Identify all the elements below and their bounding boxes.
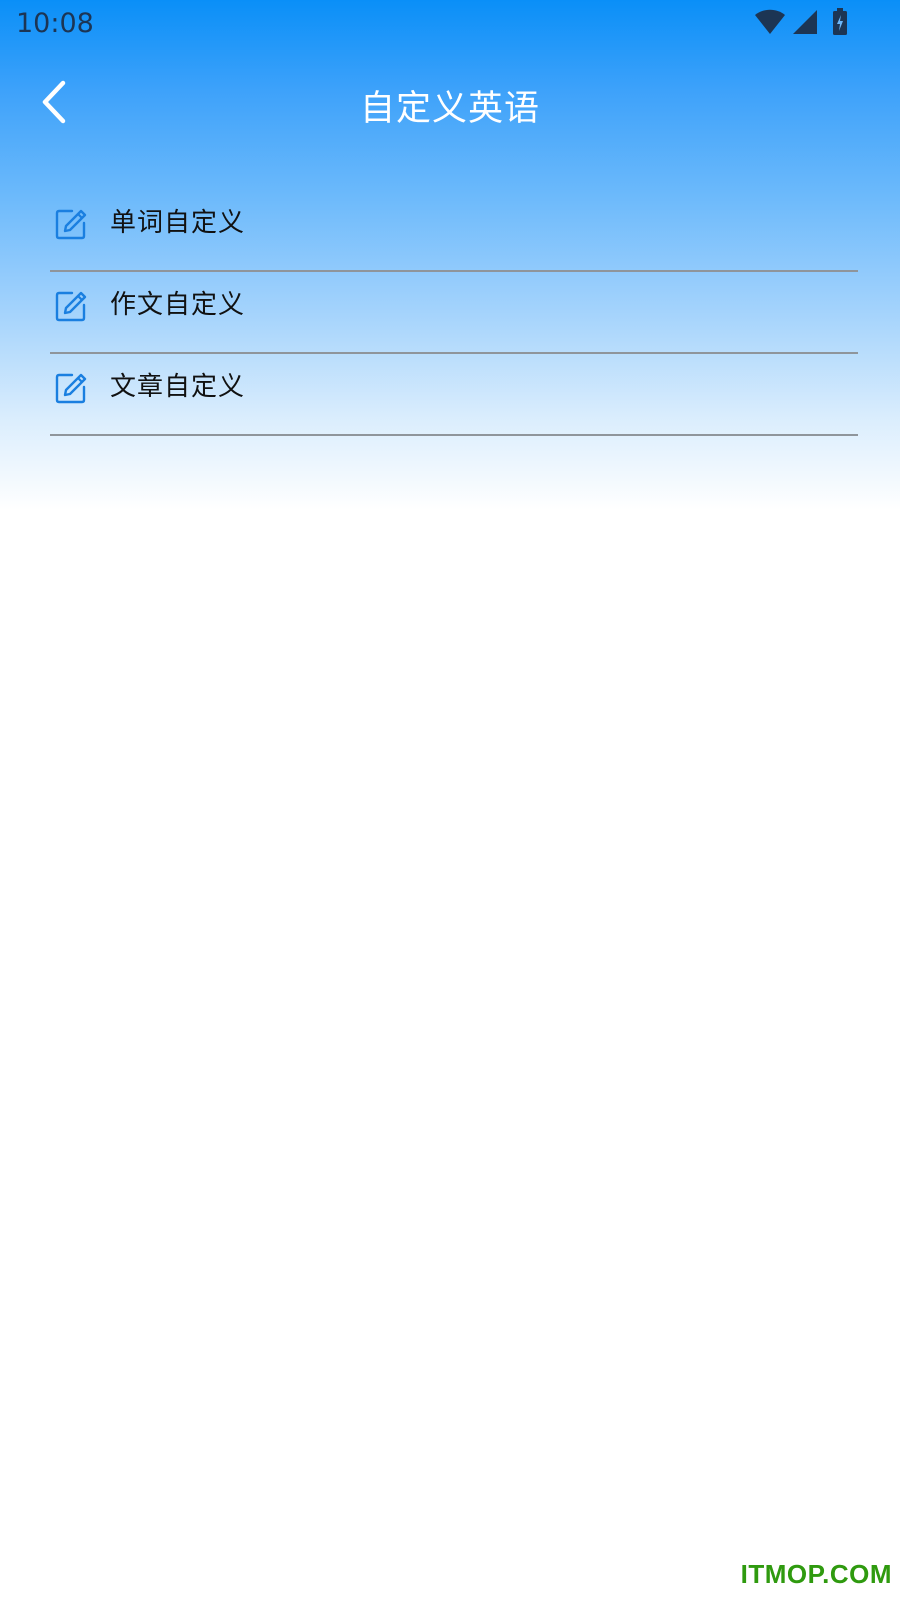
edit-icon bbox=[55, 290, 87, 322]
menu-list: 单词自定义 作文自定义 文章自定义 bbox=[50, 190, 858, 436]
edit-icon bbox=[55, 208, 87, 240]
menu-item-label: 文章自定义 bbox=[110, 372, 246, 402]
menu-item-label: 单词自定义 bbox=[110, 208, 246, 238]
status-icons bbox=[754, 8, 848, 40]
status-time: 10:08 bbox=[16, 8, 94, 39]
battery-charging-icon bbox=[832, 8, 848, 40]
menu-item-word-custom[interactable]: 单词自定义 bbox=[50, 190, 858, 272]
menu-item-label: 作文自定义 bbox=[110, 290, 246, 320]
cellular-signal-icon bbox=[792, 9, 818, 39]
menu-item-article-custom[interactable]: 文章自定义 bbox=[50, 354, 858, 436]
watermark: ITMOP.COM bbox=[740, 1559, 892, 1589]
page-title: 自定义英语 bbox=[359, 89, 540, 129]
app-bar: 自定义英语 bbox=[0, 62, 900, 146]
status-bar: 10:08 bbox=[0, 0, 900, 50]
menu-item-essay-custom[interactable]: 作文自定义 bbox=[50, 272, 858, 354]
wifi-icon bbox=[754, 9, 786, 39]
edit-icon bbox=[55, 372, 87, 404]
